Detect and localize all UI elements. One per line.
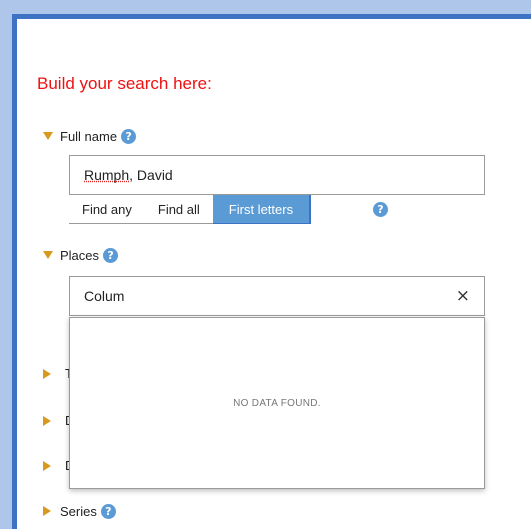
collapsed-triangle-icon[interactable] bbox=[43, 369, 51, 379]
clear-icon[interactable]: × bbox=[456, 286, 470, 306]
empty-state-message: NO DATA FOUND. bbox=[233, 397, 321, 409]
section-label: Places bbox=[60, 247, 100, 263]
section-full-name[interactable]: Full name ? bbox=[43, 126, 137, 146]
section-places[interactable]: Places ? bbox=[43, 245, 119, 265]
mode-find-any-button[interactable]: Find any bbox=[69, 195, 145, 224]
section-label: Full name bbox=[60, 128, 118, 144]
mode-find-all-button[interactable]: Find all bbox=[144, 195, 213, 224]
collapsed-triangle-icon[interactable] bbox=[43, 461, 51, 471]
expanded-triangle-icon[interactable] bbox=[43, 132, 53, 140]
section-label: Series bbox=[60, 503, 97, 519]
full-name-input[interactable]: Rumph, David bbox=[69, 155, 485, 195]
help-icon[interactable]: ? bbox=[103, 247, 119, 263]
collapsed-triangle-icon[interactable] bbox=[43, 416, 51, 426]
page-title: Build your search here: bbox=[37, 74, 212, 93]
expanded-triangle-icon[interactable] bbox=[43, 251, 53, 259]
full-name-value: Rumph, David bbox=[84, 167, 173, 183]
section-collapsed-3[interactable] bbox=[43, 456, 60, 476]
match-mode-toggle: Find any Find all First letters ? bbox=[69, 195, 388, 224]
places-value: Colum bbox=[84, 288, 125, 304]
background-frame: Build your search here: Full name ? Rump… bbox=[0, 0, 531, 529]
places-suggestions-dropdown: NO DATA FOUND. bbox=[69, 317, 485, 489]
section-collapsed-2[interactable] bbox=[43, 411, 60, 431]
places-input[interactable]: Colum × bbox=[69, 276, 485, 316]
collapsed-triangle-icon[interactable] bbox=[43, 506, 51, 516]
help-icon[interactable]: ? bbox=[100, 503, 116, 519]
mode-first-letters-button[interactable]: First letters bbox=[212, 195, 312, 224]
help-icon[interactable]: ? bbox=[121, 128, 137, 144]
section-series[interactable]: Series ? bbox=[43, 501, 116, 521]
section-collapsed-1[interactable] bbox=[43, 364, 60, 384]
search-builder-panel: Build your search here: Full name ? Rump… bbox=[12, 14, 531, 529]
help-icon[interactable]: ? bbox=[373, 202, 388, 217]
